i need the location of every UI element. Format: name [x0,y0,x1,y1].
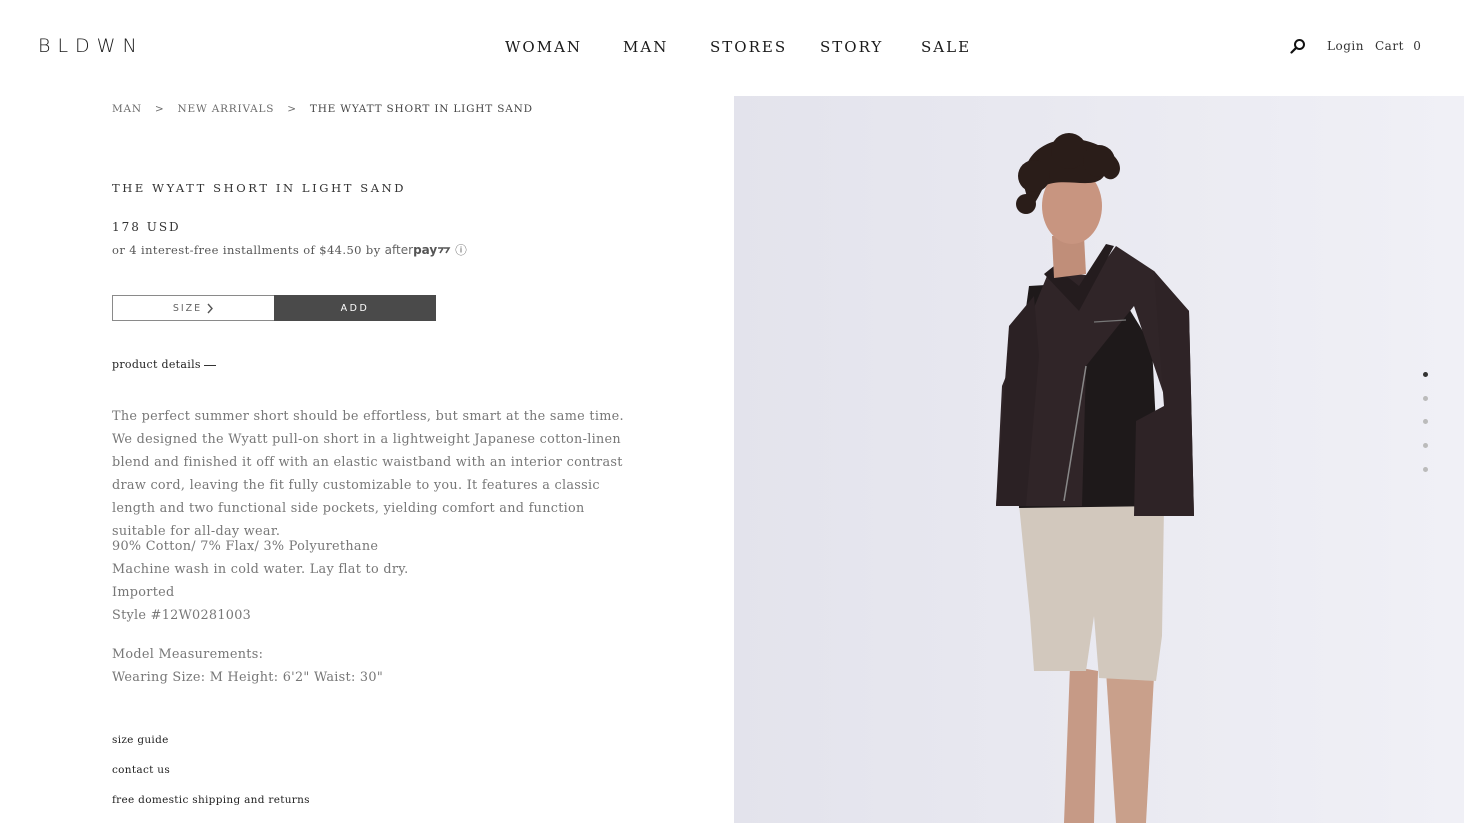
shipping-returns-link[interactable]: free domestic shipping and returns [112,794,310,806]
cart-count: 0 [1413,39,1422,53]
nav-story[interactable]: STORY [820,38,883,56]
nav-stores[interactable]: STORES [710,38,787,56]
breadcrumb: MAN > NEW ARRIVALS > THE WYATT SHORT IN LIGH… [112,103,533,115]
model-measurements-heading: Model Measurements: [112,647,264,662]
product-details-toggle[interactable]: product details [112,358,201,371]
breadcrumb-man[interactable]: MAN [112,103,142,115]
afterpay-arrows-icon [438,247,451,254]
afterpay-logo-b: pay [413,243,438,257]
brand-logo[interactable]: BLDWN [38,35,144,57]
product-description: The perfect summer short should be effor… [112,409,624,539]
spec-care: Machine wash in cold water. Lay flat to … [112,562,409,577]
size-guide-link[interactable]: size guide [112,734,169,746]
product-title: THE WYATT SHORT IN LIGHT SAND [112,181,407,195]
gallery-dot-1[interactable] [1423,372,1428,377]
collapse-icon[interactable] [204,365,216,366]
gallery-dot-5[interactable] [1423,467,1428,472]
gallery-dot-4[interactable] [1423,443,1428,448]
cart-link[interactable]: Cart 0 [1375,39,1421,53]
search-icon[interactable] [1290,38,1306,54]
size-select-button[interactable]: SIZE [112,295,275,321]
afterpay-logo-a: after [384,243,414,257]
add-to-cart-button[interactable]: ADD [274,295,436,321]
nav-sale[interactable]: SALE [921,38,971,56]
contact-us-link[interactable]: contact us [112,764,170,776]
nav-man[interactable]: MAN [623,38,668,56]
breadcrumb-separator: > [154,103,165,115]
product-price: 178 USD [112,220,181,234]
afterpay-info: or 4 interest-free installments of $44.5… [112,242,467,258]
spec-style: Style #12W0281003 [112,608,252,623]
model-measurements-values: Wearing Size: M Height: 6'2" Waist: 30" [112,670,384,685]
afterpay-text: or 4 interest-free installments of $44.5… [112,243,381,257]
product-image[interactable] [734,96,1464,823]
info-icon[interactable]: ⓘ [455,243,467,257]
spec-material: 90% Cotton/ 7% Flax/ 3% Polyurethane [112,539,379,554]
breadcrumb-separator: > [287,103,297,115]
cart-label: Cart [1375,39,1404,53]
gallery-dot-3[interactable] [1423,419,1428,424]
nav-woman[interactable]: WOMAN [505,38,582,56]
size-label: SIZE [172,302,203,314]
login-link[interactable]: Login [1327,39,1364,53]
breadcrumb-current: THE WYATT SHORT IN LIGHT SAND [309,103,533,115]
chevron-right-icon [207,303,214,313]
breadcrumb-new-arrivals[interactable]: NEW ARRIVALS [178,103,275,115]
spec-origin: Imported [112,585,175,600]
afterpay-logo[interactable]: afterpay [385,243,452,257]
gallery-dot-2[interactable] [1423,396,1428,401]
model-illustration [734,96,1464,823]
